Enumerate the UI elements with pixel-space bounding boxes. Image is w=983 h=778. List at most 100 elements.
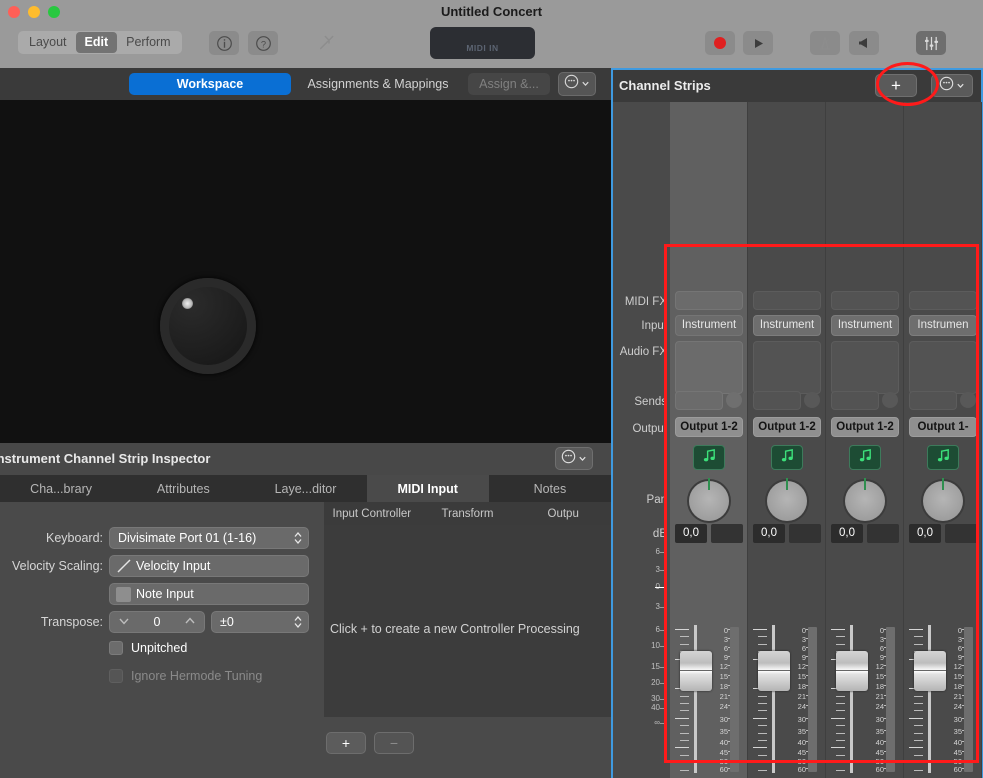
sends-slot[interactable] (675, 391, 723, 410)
master-volume-button[interactable] (849, 31, 879, 55)
tab-assignments-mappings[interactable]: Assignments & Mappings (293, 73, 463, 95)
midi-fx-slot[interactable] (909, 291, 977, 310)
instrument-icon-button[interactable] (771, 445, 803, 470)
peak-db-field[interactable] (867, 524, 899, 543)
instrument-icon-button[interactable] (927, 445, 959, 470)
fader-track[interactable] (928, 625, 931, 773)
audio-fx-slot[interactable] (675, 341, 743, 394)
instrument-icon-button[interactable] (849, 445, 881, 470)
channel-strip[interactable]: Instrumen Output 1- 0,0 0 3 6 9 12 15 18 21 24 30 35 4… (904, 102, 982, 778)
output-slot[interactable]: Output 1-2 (831, 417, 899, 437)
pan-knob[interactable] (845, 478, 885, 521)
record-button[interactable] (705, 31, 735, 55)
send-level-knob[interactable] (960, 392, 976, 408)
controller-list[interactable]: Click + to create a new Controller Proce… (324, 525, 611, 717)
sends-slot[interactable] (909, 391, 957, 410)
note-input-button[interactable]: Note Input (109, 583, 309, 605)
channel-strips-body: MIDI FX Input Audio FX Sends Output Pan … (613, 102, 982, 778)
volume-db-field[interactable]: 0,0 (909, 524, 941, 543)
fader-tick (758, 643, 767, 645)
send-level-knob[interactable] (882, 392, 898, 408)
pan-knob[interactable] (923, 478, 963, 521)
chevron-up-icon[interactable] (184, 615, 196, 629)
instrument-icon-button[interactable] (693, 445, 725, 470)
tab-channel-strip-library[interactable]: Cha...brary (0, 475, 122, 502)
unpitched-row[interactable]: Unpitched (109, 641, 187, 655)
volume-fader-handle[interactable] (914, 651, 946, 691)
sends-slot[interactable] (831, 391, 879, 410)
output-slot[interactable]: Output 1-2 (753, 417, 821, 437)
send-level-knob[interactable] (726, 392, 742, 408)
velocity-input-button[interactable]: Velocity Input (109, 555, 309, 577)
volume-fader-handle[interactable] (758, 651, 790, 691)
audio-fx-slot[interactable] (909, 341, 977, 394)
add-channel-strip-button[interactable]: + (875, 74, 917, 97)
fader-area[interactable]: 0 3 6 9 12 15 18 21 24 30 35 40 45 50 60 (748, 625, 826, 778)
sends-slot[interactable] (753, 391, 801, 410)
tab-notes[interactable]: Notes (489, 475, 611, 502)
meter-scale-label: 15 (875, 672, 884, 681)
play-button[interactable] (743, 31, 773, 55)
transpose-stepper[interactable]: 0 (109, 611, 205, 633)
mode-edit[interactable]: Edit (75, 32, 118, 53)
remove-controller-button[interactable]: − (374, 732, 414, 754)
add-controller-button[interactable]: + (326, 732, 366, 754)
chevron-down-icon[interactable] (118, 615, 130, 629)
mode-layout[interactable]: Layout (20, 32, 76, 53)
fader-track[interactable] (772, 625, 775, 773)
input-slot[interactable]: Instrumen (909, 315, 977, 336)
fader-track[interactable] (850, 625, 853, 773)
input-slot[interactable]: Instrument (753, 315, 821, 336)
workspace-canvas[interactable] (0, 100, 611, 443)
mode-segmented-control[interactable]: Layout Edit Perform (18, 31, 182, 54)
output-slot[interactable]: Output 1- (909, 417, 977, 437)
help-button[interactable]: ? (248, 31, 278, 55)
transpose-semitone-select[interactable]: ±0 (211, 611, 309, 633)
audio-fx-slot[interactable] (753, 341, 821, 394)
send-level-knob[interactable] (804, 392, 820, 408)
tab-attributes[interactable]: Attributes (122, 475, 244, 502)
output-slot[interactable]: Output 1-2 (675, 417, 743, 437)
mode-perform[interactable]: Perform (117, 32, 179, 53)
volume-db-field[interactable]: 0,0 (753, 524, 785, 543)
meter-scale-label: 9 (723, 653, 728, 662)
concert-title: Untitled Concert (440, 4, 543, 19)
channel-strip[interactable]: Instrument Output 1-2 0,0 0 3 6 9 12 15 18 21 24 30 3… (826, 102, 904, 778)
tab-midi-input[interactable]: MIDI Input (366, 475, 489, 502)
fader-track[interactable] (694, 625, 697, 773)
metronome-button[interactable] (810, 31, 840, 55)
midi-fx-slot[interactable] (831, 291, 899, 310)
volume-fader-handle[interactable] (836, 651, 868, 691)
audio-fx-slot[interactable] (831, 341, 899, 394)
info-button[interactable] (209, 31, 239, 55)
tab-workspace[interactable]: Workspace (129, 73, 291, 95)
channel-strip[interactable]: Instrument Output 1-2 0,0 0 3 6 9 12 15 18 21 24 30 3… (748, 102, 826, 778)
fader-area[interactable]: 0 3 6 9 12 15 18 21 24 30 35 40 45 50 60 (670, 625, 748, 778)
volume-db-field[interactable]: 0,0 (831, 524, 863, 543)
keyboard-select[interactable]: Divisimate Port 01 (1-16) (109, 527, 309, 549)
pan-knob[interactable] (767, 478, 807, 521)
midi-fx-slot[interactable] (675, 291, 743, 310)
screen-control-knob[interactable] (160, 278, 256, 374)
channel-strip[interactable]: Instrument Output 1-2 0,0 0 3 6 9 12 15 18 21 24 30 3… (670, 102, 748, 778)
fader-area[interactable]: 0 3 6 9 12 15 18 21 24 30 35 40 45 50 60 (904, 625, 982, 778)
mixer-toggle-button[interactable] (916, 31, 946, 55)
fader-area[interactable]: 0 3 6 9 12 15 18 21 24 30 35 40 45 50 60 (826, 625, 904, 778)
input-slot[interactable]: Instrument (831, 315, 899, 336)
peak-db-field[interactable] (945, 524, 977, 543)
tab-layer-editor[interactable]: Laye...ditor (244, 475, 366, 502)
peak-db-field[interactable] (711, 524, 743, 543)
input-slot[interactable]: Instrument (675, 315, 743, 336)
peak-db-field[interactable] (789, 524, 821, 543)
workspace-action-menu-button[interactable] (558, 72, 596, 96)
volume-db-field[interactable]: 0,0 (675, 524, 707, 543)
channel-strips-action-menu-button[interactable] (931, 74, 973, 97)
volume-fader-handle[interactable] (680, 651, 712, 691)
tuner-button[interactable] (314, 31, 344, 55)
midi-fx-slot[interactable] (753, 291, 821, 310)
unpitched-checkbox[interactable] (109, 641, 123, 655)
inspector-action-menu-button[interactable] (555, 447, 593, 470)
tab-assign-and[interactable]: Assign &... (468, 73, 550, 95)
fader-tick (758, 710, 767, 712)
pan-knob[interactable] (689, 478, 729, 521)
